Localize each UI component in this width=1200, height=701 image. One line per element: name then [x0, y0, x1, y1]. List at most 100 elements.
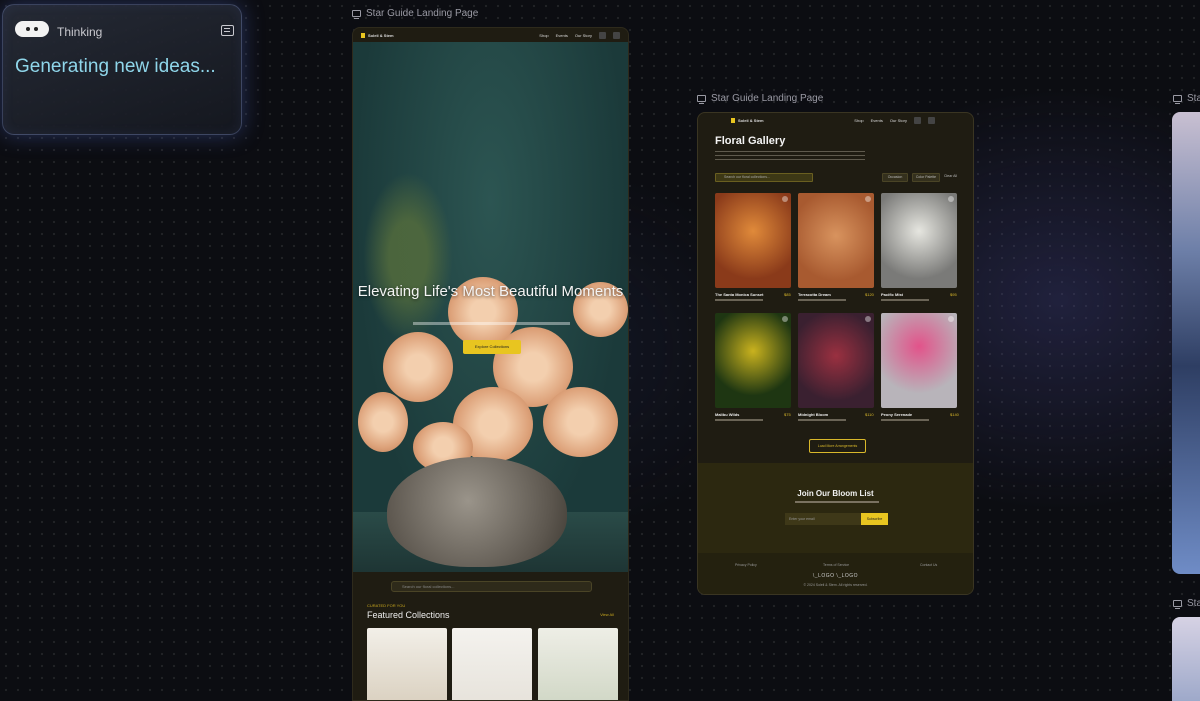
- favorite-icon[interactable]: [865, 196, 871, 202]
- newsletter-title: Join Our Bloom List: [797, 489, 874, 498]
- monitor-icon: [697, 95, 706, 104]
- gallery-footer: Privacy Policy Terms of Service Contact …: [698, 553, 973, 594]
- gallery-frame[interactable]: Soleil & Stem Shop Events Our Story Flor…: [697, 112, 974, 595]
- monitor-icon: [1173, 600, 1182, 609]
- favorite-icon[interactable]: [865, 316, 871, 322]
- frame-label-gallery[interactable]: Star Guide Landing Page: [697, 93, 823, 104]
- hero-subtext: [413, 322, 570, 325]
- cart-icon[interactable]: [914, 116, 921, 124]
- gallery-description: [715, 151, 865, 160]
- featured-card[interactable]: [367, 628, 447, 700]
- product-price: $120: [865, 292, 874, 297]
- copyright: © 2024 Soleil & Stem. All rights reserve…: [803, 583, 868, 587]
- brand-name: Soleil & Stem: [738, 117, 764, 123]
- email-input[interactable]: Enter your email: [785, 513, 861, 525]
- product-image[interactable]: [798, 313, 874, 408]
- gallery-nav: Soleil & Stem Shop Events Our Story: [698, 113, 973, 127]
- featured-kicker: CURATED FOR YOU: [367, 603, 406, 608]
- logo-mark-icon: [361, 32, 365, 38]
- product-name[interactable]: Malibu Wilds: [715, 412, 739, 417]
- product-image[interactable]: [715, 193, 791, 288]
- frame-label-partial[interactable]: Sta: [1173, 598, 1200, 609]
- frame-label-text: Star Guide Landing Page: [711, 93, 824, 104]
- subscribe-button[interactable]: Subscribe: [861, 513, 888, 525]
- product-desc: [798, 419, 846, 421]
- load-more-button[interactable]: Load More Arrangements: [809, 439, 866, 453]
- nav-link-story[interactable]: Our Story: [890, 118, 907, 123]
- product-price: $95: [950, 292, 957, 297]
- view-all-link[interactable]: View All: [600, 612, 614, 617]
- product-image[interactable]: [715, 313, 791, 408]
- hero-headline: Elevating Life's Most Beautiful Moments: [357, 283, 624, 300]
- footer-logos: \_LOGO \_LOGO: [812, 573, 859, 579]
- nav-link-shop[interactable]: Shop: [539, 33, 548, 38]
- product-name[interactable]: The Santa Monica Sunset: [715, 292, 763, 297]
- color-palette-dropdown[interactable]: Color Palette: [912, 173, 940, 182]
- product-desc: [715, 419, 763, 421]
- nav-link-events[interactable]: Events: [871, 118, 883, 123]
- product-desc: [715, 299, 763, 301]
- featured-card[interactable]: [538, 628, 618, 700]
- chat-icon[interactable]: [221, 25, 234, 36]
- privacy-link[interactable]: Privacy Policy: [735, 563, 757, 567]
- flower-decoration: [358, 392, 408, 452]
- thinking-status: Generating new ideas...: [15, 56, 216, 77]
- gallery-title: Floral Gallery: [715, 135, 786, 147]
- product-image[interactable]: [881, 313, 957, 408]
- thinking-panel: Thinking Generating new ideas...: [2, 4, 242, 135]
- frame-label-text: Sta: [1187, 598, 1200, 609]
- clear-all-link[interactable]: Clear All: [944, 174, 957, 178]
- flower-decoration: [543, 387, 618, 457]
- contact-link[interactable]: Contact Us: [920, 563, 937, 567]
- product-name[interactable]: Peony Serenade: [881, 412, 912, 417]
- hero-landing-frame[interactable]: Soleil & Stem Shop Events Our Story Elev…: [352, 27, 629, 701]
- explore-collections-button[interactable]: Explore Collections: [463, 340, 521, 354]
- flower-decoration: [383, 332, 453, 402]
- gallery-search-input[interactable]: Search our floral collections...: [715, 173, 813, 182]
- terms-link[interactable]: Terms of Service: [823, 563, 849, 567]
- user-icon[interactable]: [928, 116, 935, 124]
- stone-vase: [387, 457, 567, 567]
- product-name[interactable]: Midnight Bloom: [798, 412, 828, 417]
- favorite-icon[interactable]: [782, 316, 788, 322]
- frame-label-text: Sta: [1187, 93, 1200, 104]
- occasion-dropdown[interactable]: Occasion: [882, 173, 908, 182]
- product-desc: [881, 299, 929, 301]
- hero-nav: Soleil & Stem Shop Events Our Story: [353, 28, 628, 42]
- hero-section: Elevating Life's Most Beautiful Moments …: [353, 42, 628, 592]
- favorite-icon[interactable]: [948, 316, 954, 322]
- product-price: $75: [784, 412, 791, 417]
- product-image[interactable]: [798, 193, 874, 288]
- product-price: $85: [784, 292, 791, 297]
- product-image[interactable]: [881, 193, 957, 288]
- user-icon[interactable]: [613, 31, 620, 39]
- partial-frame[interactable]: [1172, 617, 1200, 701]
- brand-logo[interactable]: Soleil & Stem: [361, 32, 394, 38]
- thinking-title: Thinking: [57, 25, 103, 39]
- product-desc: [881, 419, 929, 421]
- greenery-decoration: [363, 172, 453, 342]
- frame-label-text: Star Guide Landing Page: [366, 8, 479, 19]
- partial-frame[interactable]: [1172, 112, 1200, 574]
- newsletter-section: Join Our Bloom List Enter your email Sub…: [698, 463, 973, 553]
- product-name[interactable]: Terracotta Dream: [798, 292, 831, 297]
- featured-card[interactable]: [452, 628, 532, 700]
- product-name[interactable]: Pacific Mist: [881, 292, 903, 297]
- brand-name: Soleil & Stem: [368, 32, 394, 38]
- featured-title: Featured Collections: [367, 610, 450, 620]
- nav-link-story[interactable]: Our Story: [575, 33, 592, 38]
- nav-link-events[interactable]: Events: [556, 33, 568, 38]
- assistant-avatar-icon: [15, 21, 49, 37]
- hero-search-input[interactable]: Search our floral collections...: [391, 581, 592, 592]
- frame-label-partial[interactable]: Sta: [1173, 93, 1200, 104]
- favorite-icon[interactable]: [782, 196, 788, 202]
- monitor-icon: [352, 10, 361, 19]
- product-price: $110: [865, 412, 874, 417]
- frame-label-hero[interactable]: Star Guide Landing Page: [352, 8, 478, 19]
- cart-icon[interactable]: [599, 31, 606, 39]
- monitor-icon: [1173, 95, 1182, 104]
- product-desc: [798, 299, 846, 301]
- favorite-icon[interactable]: [948, 196, 954, 202]
- brand-logo[interactable]: Soleil & Stem: [731, 117, 764, 123]
- nav-link-shop[interactable]: Shop: [854, 118, 863, 123]
